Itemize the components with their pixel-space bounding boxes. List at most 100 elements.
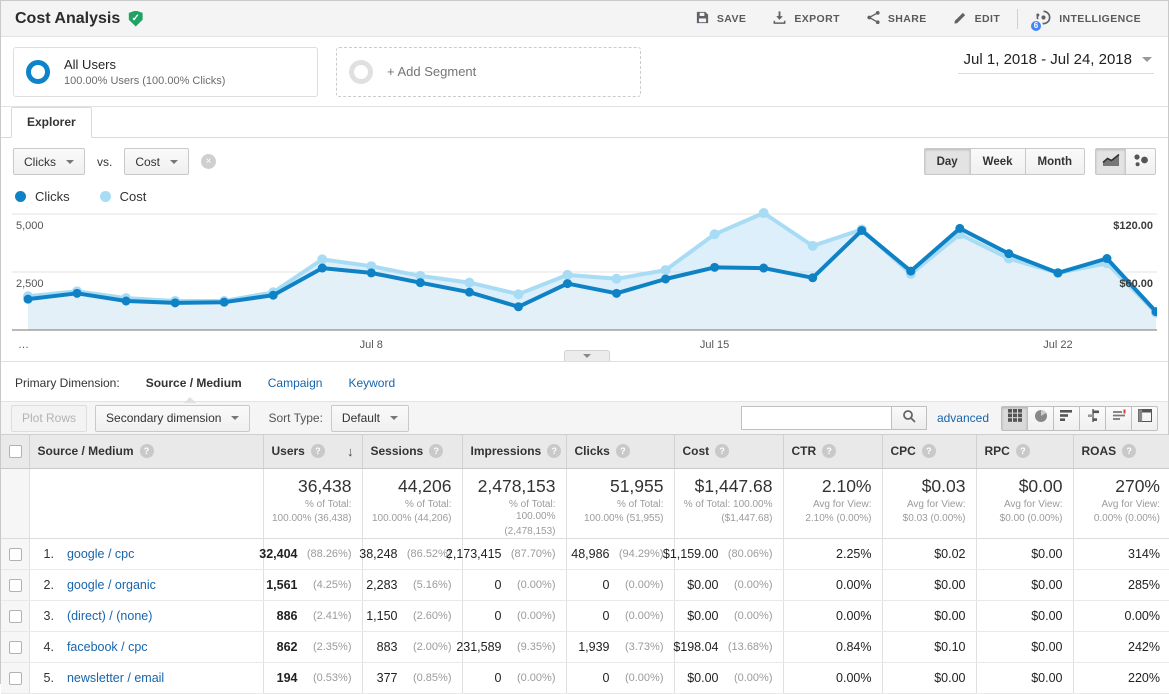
row-checkbox[interactable] bbox=[9, 548, 22, 561]
col-users[interactable]: Users bbox=[263, 435, 362, 468]
plot-rows-button[interactable]: Plot Rows bbox=[11, 405, 87, 432]
export-button[interactable]: EXPORT bbox=[759, 1, 853, 36]
col-roas[interactable]: ROAS bbox=[1073, 435, 1169, 468]
chart-collapse-handle[interactable] bbox=[564, 350, 610, 361]
share-button[interactable]: SHARE bbox=[853, 1, 940, 36]
help-icon[interactable] bbox=[429, 444, 443, 458]
col-source-medium: Source / Medium bbox=[29, 435, 263, 468]
granularity-week-button[interactable]: Week bbox=[970, 148, 1026, 175]
clicks-cell: 48,986(94.29%) bbox=[566, 539, 674, 570]
motion-chart-button[interactable] bbox=[1125, 148, 1156, 175]
help-icon[interactable] bbox=[616, 444, 630, 458]
metric-percent: (0.00%) bbox=[507, 610, 556, 622]
row-checkbox[interactable] bbox=[9, 579, 22, 592]
source-link[interactable]: google / cpc bbox=[67, 547, 134, 561]
sort-type-label: Sort Type: bbox=[268, 411, 322, 425]
help-icon[interactable] bbox=[1122, 444, 1136, 458]
svg-text:…: … bbox=[18, 339, 29, 351]
total-subtext: % of Total: 100.00% bbox=[683, 499, 773, 512]
row-checkbox-cell bbox=[1, 663, 29, 694]
secondary-metric-select[interactable]: Cost bbox=[124, 148, 189, 175]
dimension-keyword-link[interactable]: Keyword bbox=[348, 376, 395, 390]
help-icon[interactable] bbox=[1016, 444, 1030, 458]
edit-button[interactable]: EDIT bbox=[940, 1, 1014, 36]
performance-bars-icon bbox=[1060, 409, 1074, 427]
source-link[interactable]: facebook / cpc bbox=[67, 640, 148, 654]
rpc-cell: $0.00 bbox=[976, 632, 1073, 663]
metric-value: 2,173,415 bbox=[446, 547, 502, 561]
help-icon[interactable] bbox=[140, 444, 154, 458]
total-subtext: % of Total: bbox=[371, 499, 452, 512]
sort-type-select[interactable]: Default bbox=[331, 405, 409, 432]
select-all-checkbox[interactable] bbox=[9, 445, 22, 458]
tab-explorer[interactable]: Explorer bbox=[11, 107, 92, 138]
motion-chart-icon bbox=[1133, 153, 1149, 170]
metric-percent: (0.00%) bbox=[724, 610, 773, 622]
timeseries-chart[interactable]: 5,0002,500$120.00$60.00…Jul 8Jul 15Jul 2… bbox=[12, 208, 1157, 358]
svg-text:5,000: 5,000 bbox=[16, 220, 44, 232]
metric-percent: (0.00%) bbox=[507, 579, 556, 591]
help-icon[interactable] bbox=[715, 444, 729, 458]
total-subtext: Avg for View: bbox=[1082, 499, 1161, 512]
dimension-source-medium[interactable]: Source / Medium bbox=[146, 376, 242, 390]
search-button[interactable] bbox=[891, 406, 927, 430]
col-cpc[interactable]: CPC bbox=[882, 435, 976, 468]
percentage-view-button[interactable] bbox=[1027, 406, 1054, 431]
term-cloud-view-button[interactable] bbox=[1105, 406, 1132, 431]
row-checkbox[interactable] bbox=[9, 610, 22, 623]
primary-metric-select[interactable]: Clicks bbox=[13, 148, 85, 175]
performance-view-button[interactable] bbox=[1053, 406, 1080, 431]
granularity-month-button[interactable]: Month bbox=[1025, 148, 1085, 175]
impressions-cell: 0(0.00%) bbox=[462, 601, 566, 632]
col-clicks[interactable]: Clicks bbox=[566, 435, 674, 468]
share-icon bbox=[866, 10, 881, 28]
search-input[interactable] bbox=[741, 406, 891, 430]
add-segment-button[interactable]: + Add Segment bbox=[336, 47, 641, 97]
metric-value: 38,248 bbox=[359, 547, 397, 561]
row-checkbox[interactable] bbox=[9, 641, 22, 654]
source-link[interactable]: google / organic bbox=[67, 578, 156, 592]
row-rank: 1. bbox=[44, 547, 54, 561]
metric-value: 862 bbox=[277, 640, 298, 654]
source-link[interactable]: newsletter / email bbox=[67, 671, 164, 685]
source-link[interactable]: (direct) / (none) bbox=[67, 609, 152, 623]
comparison-view-button[interactable] bbox=[1079, 406, 1106, 431]
metric-percent: (0.00%) bbox=[615, 672, 664, 684]
rpc-cell: $0.00 bbox=[976, 601, 1073, 632]
advanced-search-link[interactable]: advanced bbox=[937, 411, 989, 425]
cost-cell: $1,159.00(80.06%) bbox=[674, 539, 783, 570]
metric-value: 1,561 bbox=[266, 578, 297, 592]
col-rpc[interactable]: RPC bbox=[976, 435, 1073, 468]
total-subtext: Avg for View: bbox=[792, 499, 872, 512]
col-ctr[interactable]: CTR bbox=[783, 435, 882, 468]
intelligence-button[interactable]: 6 INTELLIGENCE bbox=[1022, 1, 1154, 36]
pivot-view-button[interactable] bbox=[1131, 406, 1158, 431]
intelligence-icon: 6 bbox=[1035, 9, 1052, 29]
percentage-pie-icon bbox=[1034, 409, 1048, 428]
help-icon[interactable] bbox=[922, 444, 936, 458]
metric-value: 1,939 bbox=[578, 640, 609, 654]
source-cell: 1. google / cpc bbox=[29, 539, 263, 570]
row-checkbox[interactable] bbox=[9, 672, 22, 685]
help-icon[interactable] bbox=[822, 444, 836, 458]
save-button[interactable]: SAVE bbox=[682, 1, 759, 36]
impressions-cell: 0(0.00%) bbox=[462, 570, 566, 601]
total-cost: $1,447.68% of Total: 100.00%($1,447.68) bbox=[674, 468, 783, 539]
line-chart-button[interactable] bbox=[1095, 148, 1126, 175]
table-header-row: Source / Medium Users Sessions Impressio… bbox=[1, 435, 1169, 468]
export-icon bbox=[772, 10, 787, 28]
date-range-picker[interactable]: Jul 1, 2018 - Jul 24, 2018 bbox=[958, 49, 1154, 74]
col-sessions[interactable]: Sessions bbox=[362, 435, 462, 468]
secondary-dimension-select[interactable]: Secondary dimension bbox=[95, 405, 250, 432]
help-icon[interactable] bbox=[547, 444, 561, 458]
granularity-day-button[interactable]: Day bbox=[924, 148, 971, 175]
metric-percent: (94.29%) bbox=[615, 548, 664, 560]
total-subtext: 100.00% (36,438) bbox=[272, 513, 352, 526]
data-table-view-button[interactable] bbox=[1001, 406, 1028, 431]
col-cost[interactable]: Cost bbox=[674, 435, 783, 468]
remove-metric-icon[interactable] bbox=[201, 154, 216, 169]
help-icon[interactable] bbox=[311, 444, 325, 458]
segment-all-users[interactable]: All Users 100.00% Users (100.00% Clicks) bbox=[13, 47, 318, 97]
dimension-campaign-link[interactable]: Campaign bbox=[268, 376, 323, 390]
col-impressions[interactable]: Impressions bbox=[462, 435, 566, 468]
